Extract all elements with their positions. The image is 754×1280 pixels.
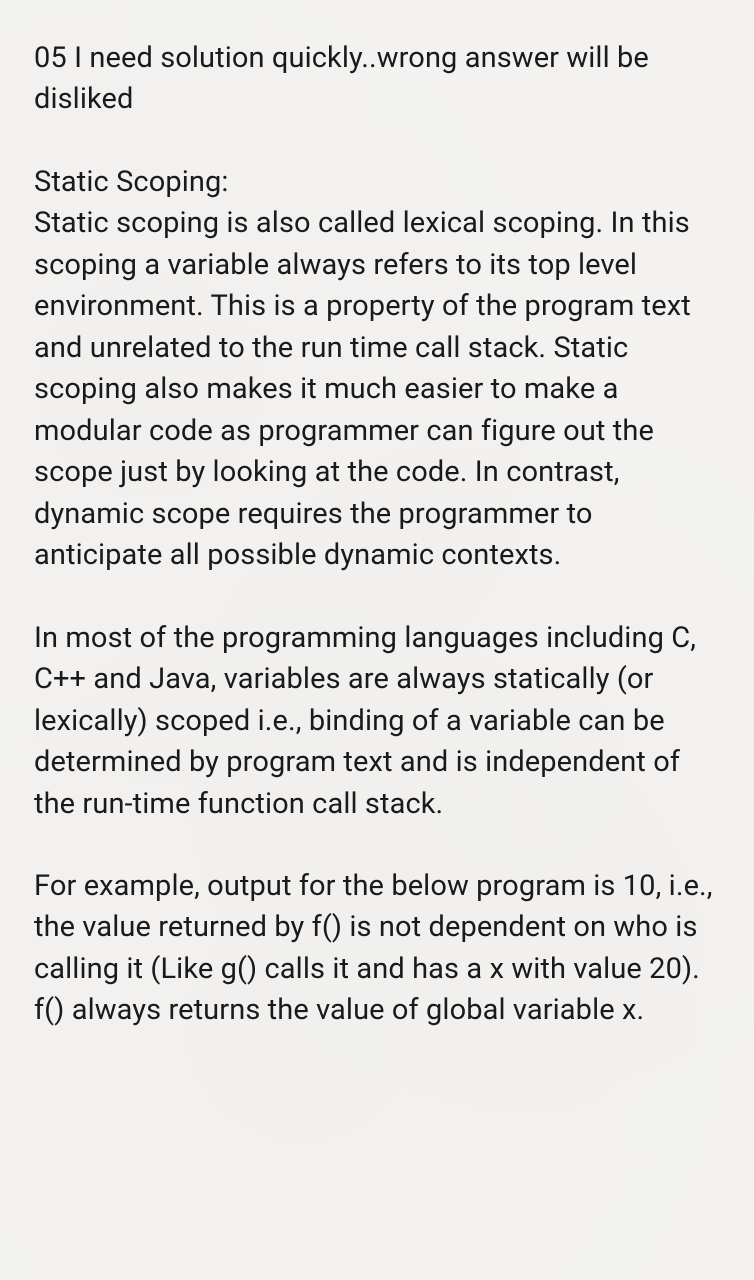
body-paragraph: Static scoping is also called lexical sc…: [34, 203, 720, 576]
intro-text: 05 I need solution quickly..wrong answer…: [34, 38, 720, 121]
document-body: 05 I need solution quickly..wrong answer…: [34, 38, 720, 1032]
section-block: Static Scoping: Static scoping is also c…: [34, 162, 720, 577]
body-paragraph: For example, output for the below progra…: [34, 866, 720, 1032]
section-heading: Static Scoping:: [34, 162, 720, 203]
body-paragraph: In most of the programming languages inc…: [34, 618, 720, 825]
